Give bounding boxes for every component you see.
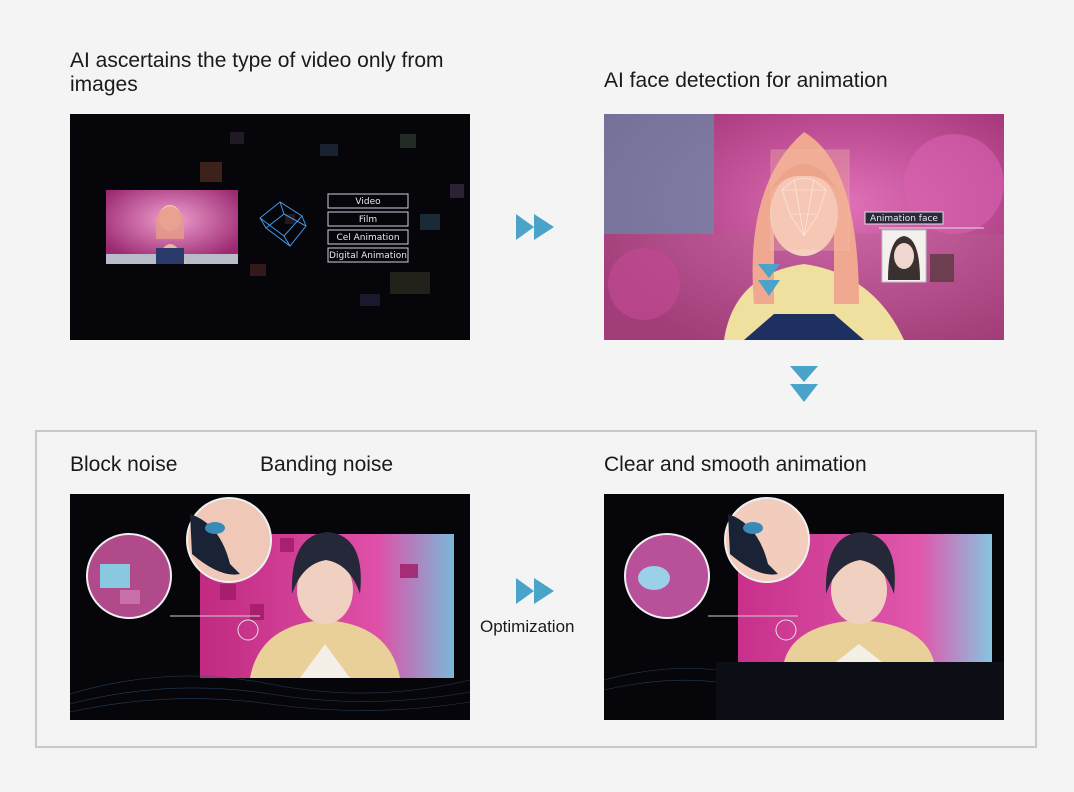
- down-arrow-icon: [790, 366, 818, 402]
- step1-caption: AI ascertains the type of video only fro…: [70, 49, 444, 96]
- video-type-panel: Video Film Cel Animation Digital Animati…: [70, 114, 470, 340]
- fast-forward-arrow-icon: [516, 578, 554, 604]
- optimization-label: Optimization: [480, 617, 575, 636]
- result-caption: Clear and smooth animation: [604, 453, 867, 476]
- noisy-animation-panel: [70, 494, 470, 720]
- step2-caption: AI face detection for animation: [604, 69, 888, 92]
- face-tag-label: Animation face: [870, 214, 938, 224]
- banding-noise-caption: Banding noise: [260, 453, 394, 476]
- fast-forward-arrow-icon: [516, 214, 554, 240]
- block-noise-caption: Block noise: [70, 453, 178, 476]
- video-type-option: Digital Animation: [329, 251, 407, 261]
- clean-animation-panel: [604, 494, 1004, 720]
- video-type-option: Video: [355, 197, 381, 207]
- video-type-option: Film: [359, 215, 377, 225]
- video-type-option: Cel Animation: [336, 233, 399, 243]
- face-detection-panel: Animation face: [604, 114, 1004, 340]
